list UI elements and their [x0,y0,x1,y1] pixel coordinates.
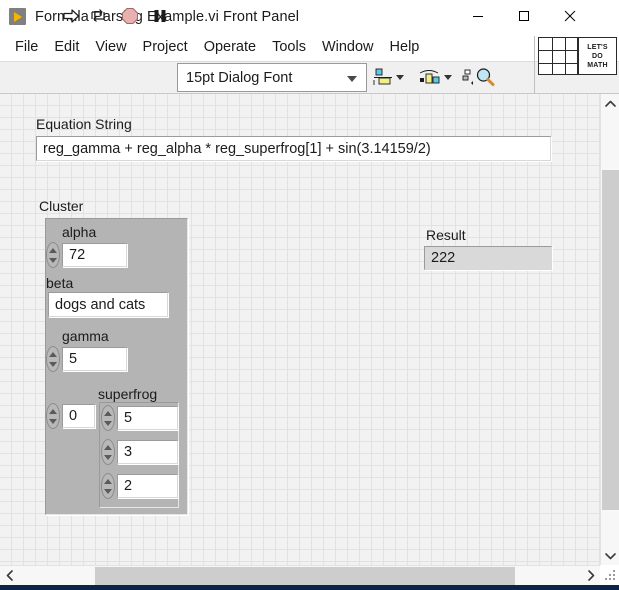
menu-item-help[interactable]: Help [382,37,428,57]
increment-icon [49,247,57,253]
maximize-icon [519,10,529,21]
run-button[interactable] [58,3,84,29]
horizontal-scrollbar[interactable] [0,565,600,585]
beta-input[interactable]: dogs and cats [48,292,168,317]
menu-item-view[interactable]: View [87,37,134,57]
menu-item-tools[interactable]: Tools [264,37,314,57]
superfrog-element-1-spinner[interactable] [101,439,115,465]
close-icon [564,10,576,21]
scroll-right-button[interactable] [581,566,600,585]
lets-do-math-line-3: MATH [587,61,608,69]
increment-icon [104,410,112,416]
reorder-icon [462,69,473,85]
superfrog-element-2-spinner[interactable] [101,473,115,499]
increment-icon [49,351,57,357]
superfrog-index-spinner[interactable] [46,403,60,429]
superfrog-element-1-input[interactable]: 3 [117,440,178,464]
run-arrow-icon [63,9,80,23]
menu-item-project[interactable]: Project [135,37,196,57]
menu-item-edit[interactable]: Edit [46,37,87,57]
abort-execution-icon [122,8,138,24]
decrement-icon [49,257,57,263]
superfrog-element-0-spinner[interactable] [101,405,115,431]
pause-icon [154,10,166,22]
scroll-left-button[interactable] [0,566,19,585]
menu-item-operate[interactable]: Operate [196,37,264,57]
decrement-icon [104,488,112,494]
pause-button[interactable] [147,3,173,29]
scroll-up-button[interactable] [601,94,619,113]
maximize-button[interactable] [501,0,547,31]
distribute-objects-button[interactable] [418,64,452,90]
distribute-objects-icon [419,70,440,84]
decrement-icon [104,420,112,426]
decrement-icon [49,361,57,367]
menu-item-file[interactable]: File [7,37,46,57]
equation-string-label: Equation String [36,116,132,132]
lets-do-math-line-2: DO [592,52,603,60]
alpha-label: alpha [62,224,97,240]
decrement-icon [104,454,112,460]
result-indicator: 222 [424,246,552,270]
increment-icon [49,408,57,414]
lets-do-math-label: LET'S DO MATH [578,37,617,75]
grid-icon[interactable] [538,37,578,75]
vertical-scroll-thumb[interactable] [602,170,619,510]
superfrog-element-0-input[interactable]: 5 [117,406,178,430]
reorder-and-search-group[interactable] [462,64,496,90]
toolbar-divider [534,36,535,94]
gamma-spinner[interactable] [46,346,60,372]
abort-execution-button[interactable] [117,3,143,29]
gamma-label: gamma [62,328,109,344]
chevron-down-icon [396,74,404,80]
math-widget-group: LET'S DO MATH [538,37,619,77]
resize-grip-icon[interactable] [605,570,617,582]
superfrog-index-input[interactable]: 0 [62,404,95,428]
chevron-up-icon [604,100,616,107]
window-bottom-accent-bar [0,585,619,590]
scroll-down-button[interactable] [601,546,619,565]
lets-do-math-line-1: LET'S [587,43,608,51]
minimize-button[interactable] [455,0,501,31]
minimize-icon [473,15,483,17]
labview-front-panel-window: Formula Parsing Example.vi Front Panel F… [0,0,619,590]
alpha-input[interactable]: 72 [62,243,127,267]
decrement-icon [49,418,57,424]
run-continuously-icon [91,9,105,22]
align-objects-button[interactable] [372,64,404,90]
horizontal-scroll-thumb[interactable] [95,567,515,585]
chevron-down-icon [347,76,357,82]
menu-bar: File Edit View Project Operate Tools Win… [0,33,619,61]
vertical-scrollbar[interactable] [600,94,619,565]
equation-string-input[interactable]: reg_gamma + reg_alpha * reg_superfrog[1]… [36,136,551,161]
front-panel-canvas[interactable]: Equation String reg_gamma + reg_alpha * … [0,94,600,565]
increment-icon [104,478,112,484]
result-label: Result [426,227,466,243]
run-continuously-button[interactable] [85,3,111,29]
gamma-input[interactable]: 5 [62,347,127,371]
close-button[interactable] [547,0,593,31]
chevron-left-icon [6,570,13,581]
superfrog-label: superfrog [98,386,158,402]
labview-vi-icon [9,8,26,25]
menu-item-window[interactable]: Window [314,37,382,57]
chevron-right-icon [587,570,594,581]
chevron-down-icon [444,74,452,80]
superfrog-element-2-input[interactable]: 2 [117,474,178,498]
alpha-spinner[interactable] [46,242,60,268]
align-objects-icon [373,68,392,85]
search-icon [476,68,495,87]
font-selector-value: 15pt Dialog Font [186,69,293,86]
front-panel-canvas-viewport: Equation String reg_gamma + reg_alpha * … [0,94,619,565]
cluster-label: Cluster [39,198,84,214]
beta-label: beta [46,275,74,291]
font-selector[interactable]: 15pt Dialog Font [177,63,367,92]
increment-icon [104,444,112,450]
chevron-down-icon [604,552,616,559]
